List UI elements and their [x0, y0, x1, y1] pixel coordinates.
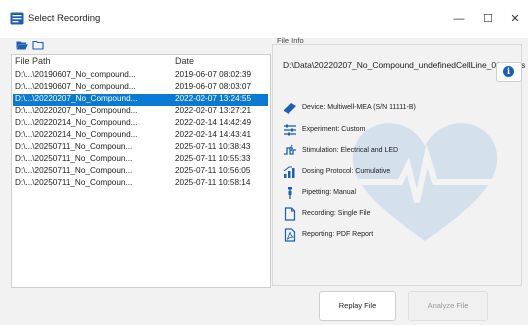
- date-cell: 2022-02-14 14:42:49: [175, 118, 252, 127]
- file-path-cell: D:\...\20220214_No_Compound...: [15, 118, 138, 127]
- file-path-cell: D:\...\20250711_No_Compoun...: [15, 166, 133, 175]
- list-header: File Path Date: [12, 55, 270, 69]
- pdf-icon: [284, 228, 296, 242]
- pipetting-info-row: Pipetting: Manual: [283, 186, 513, 200]
- date-cell: 2022-02-14 14:43:41: [175, 130, 252, 139]
- experiment-icon: [284, 124, 296, 136]
- device-icon: [284, 103, 296, 114]
- experiment-info-row: Experiment: Custom: [283, 123, 513, 137]
- recording-text: Recording: Single File: [302, 210, 371, 217]
- column-header-date[interactable]: Date: [175, 56, 194, 66]
- list-item[interactable]: D:\...\20190607_No_compound... 2019-06-0…: [13, 70, 268, 82]
- dosing-text: Dosing Protocol: Cumulative: [302, 168, 391, 175]
- dosing-icon: [283, 166, 295, 178]
- column-header-file-path[interactable]: File Path: [15, 56, 51, 66]
- dosing-info-row: Dosing Protocol: Cumulative: [283, 165, 513, 179]
- recording-info-row: Recording: Single File: [283, 207, 513, 221]
- stimulation-info-row: Stimulation: Electrical and LED: [283, 144, 513, 158]
- list-item[interactable]: D:\...\20250711_No_Compoun... 2025-07-11…: [13, 154, 268, 166]
- date-cell: 2025-07-11 10:58:14: [175, 178, 251, 187]
- date-cell: 2025-07-11 10:56:05: [175, 166, 251, 175]
- list-item[interactable]: D:\...\20190607_No_compound... 2019-06-0…: [13, 82, 268, 94]
- list-item[interactable]: D:\...\20220214_No_Compound... 2022-02-1…: [13, 118, 268, 130]
- list-item[interactable]: D:\...\20250711_No_Compoun... 2025-07-11…: [13, 166, 268, 178]
- file-path-display: D:\Data\20220207_No_Compound_undefinedCe…: [283, 60, 526, 70]
- document-icon: [284, 207, 296, 221]
- maximize-button[interactable]: ☐: [478, 10, 498, 28]
- date-cell: 2022-02-07 13:27:21: [175, 106, 252, 115]
- window-title: Select Recording: [28, 13, 101, 24]
- device-text: Device: Multiwell-MEA (S/N 11111-B): [302, 104, 416, 111]
- close-button[interactable]: ✕: [505, 10, 525, 28]
- file-path-cell: D:\...\20250711_No_Compoun...: [15, 142, 133, 151]
- date-cell: 2022-02-07 13:24:55: [175, 94, 252, 103]
- folder-icon[interactable]: [32, 40, 44, 50]
- date-cell: 2019-06-07 08:03:07: [175, 82, 252, 91]
- list-item[interactable]: D:\...\20220207_No_Compound... 2022-02-0…: [13, 106, 268, 118]
- file-path-cell: D:\...\20250711_No_Compoun...: [15, 154, 133, 163]
- file-path-cell: D:\...\20190607_No_compound...: [15, 82, 136, 91]
- list-item[interactable]: D:\...\20250711_No_Compoun... 2025-07-11…: [13, 142, 268, 154]
- list-toolbar: [12, 38, 62, 52]
- folder-open-icon[interactable]: [16, 40, 28, 50]
- file-path-cell: D:\...\20250711_No_Compoun...: [15, 178, 133, 187]
- pipette-icon: [288, 187, 292, 199]
- device-info-row: Device: Multiwell-MEA (S/N 11111-B): [283, 101, 513, 115]
- analyze-file-button[interactable]: Analyze File: [408, 291, 488, 321]
- file-info-label: File Info: [277, 36, 304, 45]
- dialog-content: File Path Date D:\...\20190607_No_compou…: [0, 36, 528, 325]
- stimulation-icon: [284, 144, 296, 155]
- reporting-info-row: Reporting: PDF Report: [283, 228, 513, 242]
- file-path-cell: D:\...\20220207_No_Compound...: [15, 106, 138, 115]
- date-cell: 2019-06-07 08:02:39: [175, 70, 252, 79]
- file-path-cell: D:\...\20220214_No_Compound...: [15, 130, 138, 139]
- recording-file-list[interactable]: File Path Date D:\...\20190607_No_compou…: [11, 54, 271, 288]
- experiment-text: Experiment: Custom: [302, 126, 366, 133]
- list-item[interactable]: D:\...\20250711_No_Compoun... 2025-07-11…: [13, 178, 268, 190]
- date-cell: 2025-07-11 10:55:33: [175, 154, 251, 163]
- stimulation-text: Stimulation: Electrical and LED: [302, 147, 399, 154]
- list-item[interactable]: D:\...\20220214_No_Compound... 2022-02-1…: [13, 130, 268, 142]
- list-item-selected[interactable]: D:\...\20220207_No_Compound... 2022-02-0…: [13, 94, 268, 106]
- file-info-button[interactable]: i: [496, 62, 522, 82]
- file-path-cell: D:\...\20220207_No_Compound...: [15, 94, 138, 103]
- title-bar: Select Recording — ☐ ✕: [0, 0, 528, 38]
- pipetting-text: Pipetting: Manual: [302, 189, 357, 196]
- file-path-cell: D:\...\20190607_No_compound...: [15, 70, 136, 79]
- minimize-button[interactable]: —: [449, 10, 469, 28]
- select-recording-window: Select Recording — ☐ ✕ File Path Date D:…: [0, 0, 528, 325]
- reporting-text: Reporting: PDF Report: [302, 231, 374, 238]
- date-cell: 2025-07-11 10:38:43: [175, 142, 251, 151]
- replay-file-button[interactable]: Replay File: [319, 291, 396, 321]
- recording-app-icon: [10, 12, 24, 25]
- info-icon: i: [503, 66, 514, 77]
